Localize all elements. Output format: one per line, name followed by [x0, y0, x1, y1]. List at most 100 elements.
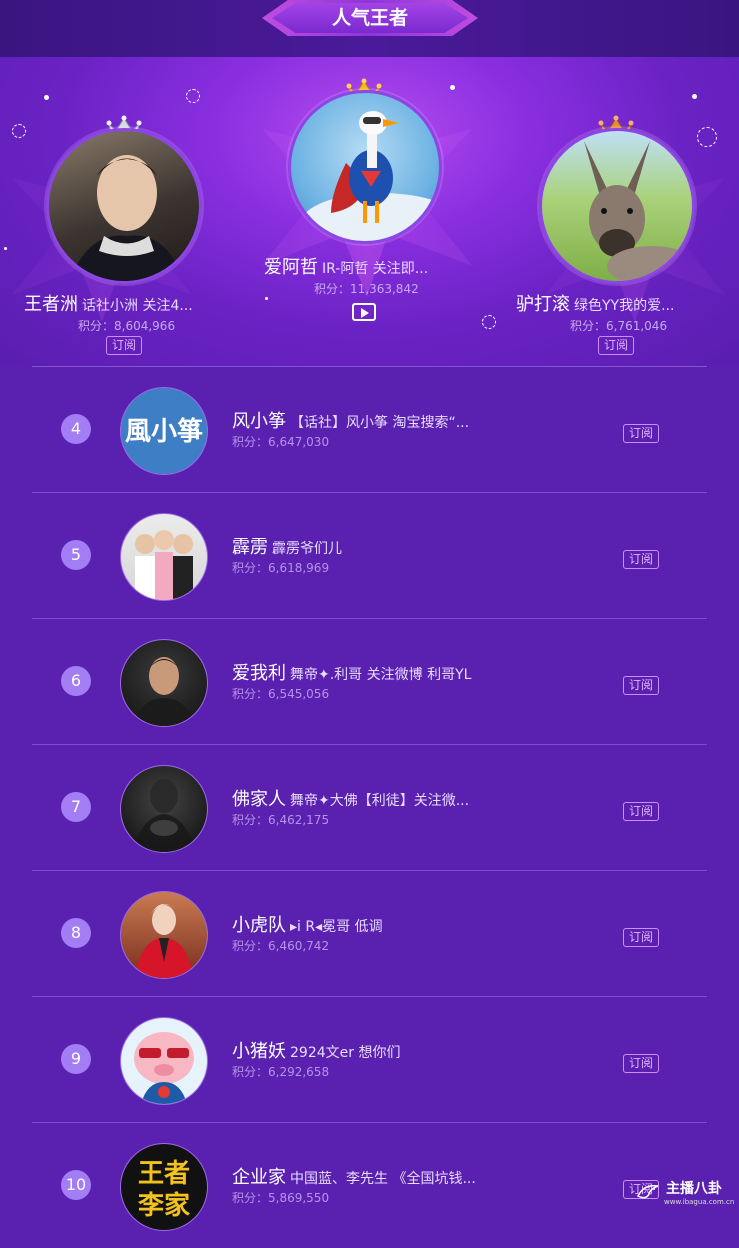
avatar[interactable]: 風小箏 — [120, 387, 208, 475]
streamer-nickname: 小虎队 — [232, 915, 286, 936]
star-dot — [450, 85, 455, 90]
star-dot — [44, 95, 49, 100]
avatar[interactable] — [120, 1017, 208, 1105]
subscribe-button[interactable]: 订阅 — [106, 336, 142, 355]
subscribe-button[interactable]: 订阅 — [598, 336, 634, 355]
streamer-nickname: 企业家 — [232, 1167, 286, 1188]
streamer-description: 舞帝✦大佛【利徒】关注微... — [290, 793, 470, 809]
goose-superhero-image — [301, 111, 439, 241]
group-photo-image — [135, 530, 193, 600]
avatar[interactable] — [120, 765, 208, 853]
list-item[interactable]: 8 小虎队 ▸i R◂冕哥 低调 积分：6,460,742 订阅 — [32, 870, 707, 996]
streamer-name[interactable]: 王者洲 话社小洲 关注4... — [24, 290, 193, 316]
list-item[interactable]: 10 王者 李家 企业家 中国蓝、李先生 《全国坑钱... 积分：5,869,55… — [32, 1122, 707, 1248]
subscribe-button[interactable]: 订阅 — [623, 424, 659, 443]
avatar[interactable] — [120, 639, 208, 727]
score: 积分：6,460,742 — [232, 939, 330, 953]
list-item[interactable]: 9 小猪妖 2924文er 想你们 积分：6,292,658 订阅 — [32, 996, 707, 1122]
score: 积分：8,604,966 — [78, 319, 176, 333]
svg-text:王者: 王者 — [138, 1159, 190, 1189]
streamer-description: 2924文er 想你们 — [290, 1045, 401, 1061]
streamer-name[interactable]: 爱阿哲 IR-阿哲 关注即... — [264, 253, 428, 279]
ranking-list: 4 風小箏 风小筝 【话社】风小筝 淘宝搜索“... 积分：6,647,030 订… — [0, 366, 739, 1248]
streamer-nickname: 佛家人 — [232, 789, 286, 810]
streamer-name[interactable]: 佛家人 舞帝✦大佛【利徒】关注微... — [232, 785, 469, 811]
man-portrait-image — [133, 657, 195, 726]
donkey-image — [584, 141, 692, 281]
hands-portrait-image — [131, 779, 197, 852]
streamer-nickname: 小猪妖 — [232, 1041, 286, 1062]
star-dot — [692, 94, 697, 99]
streamer-description: 绿色YY我的爱... — [574, 298, 675, 314]
star-dot — [4, 247, 7, 250]
rank-badge: 8 — [61, 918, 91, 948]
rank-badge: 7 — [61, 792, 91, 822]
streamer-description: 【话社】风小筝 淘宝搜索“... — [290, 415, 470, 431]
score: 积分：6,292,658 — [232, 1065, 330, 1079]
score: 积分：6,618,969 — [232, 561, 330, 575]
dove-logo-icon — [636, 1184, 659, 1199]
score: 积分：6,462,175 — [232, 813, 330, 827]
watermark-text: 主播八卦 — [666, 1181, 722, 1197]
rank-badge: 5 — [61, 540, 91, 570]
rank-badge: 10 — [61, 1170, 91, 1200]
rank-badge: 9 — [61, 1044, 91, 1074]
streamer-name[interactable]: 企业家 中国蓝、李先生 《全国坑钱... — [232, 1163, 476, 1189]
live-play-icon[interactable] — [352, 303, 376, 321]
subscribe-button[interactable]: 订阅 — [623, 676, 659, 695]
avatar-text-logo: 王者 李家 — [137, 1159, 190, 1221]
streamer-name[interactable]: 爱我利 舞帝✦.利哥 关注微博 利哥YL — [232, 659, 471, 685]
svg-text:李家: 李家 — [137, 1190, 190, 1221]
subscribe-button[interactable]: 订阅 — [623, 928, 659, 947]
streamer-name[interactable]: 驴打滚 绿色YY我的爱... — [516, 290, 674, 316]
list-item[interactable]: 4 風小箏 风小筝 【话社】风小筝 淘宝搜索“... 积分：6,647,030 订… — [32, 366, 707, 492]
streamer-nickname: 霹雳 — [232, 537, 268, 558]
streamer-nickname: 驴打滚 — [516, 294, 570, 315]
top-bar: 人气王者 — [0, 0, 739, 57]
star-dot — [265, 297, 268, 300]
avatar[interactable] — [539, 128, 695, 284]
score: 积分：6,761,046 — [570, 319, 668, 333]
star-ring — [12, 124, 26, 138]
avatar[interactable] — [120, 513, 208, 601]
avatar[interactable] — [120, 891, 208, 979]
streamer-description: 舞帝✦.利哥 关注微博 利哥YL — [290, 667, 472, 683]
streamer-name[interactable]: 霹雳 霹雳爷们儿 — [232, 533, 342, 559]
rank-badge: 6 — [61, 666, 91, 696]
streamer-nickname: 爱我利 — [232, 663, 286, 684]
streamer-name[interactable]: 小猪妖 2924文er 想你们 — [232, 1037, 400, 1063]
score: 积分：6,545,056 — [232, 687, 330, 701]
score: 积分：5,869,550 — [232, 1191, 330, 1205]
svg-text:風小箏: 風小箏 — [125, 416, 203, 447]
avatar[interactable] — [288, 90, 442, 244]
star-ring — [697, 127, 717, 147]
watermark: 主播八卦 www.ibagua.com.cn — [636, 1178, 736, 1208]
streamer-description: IR-阿哲 关注即... — [322, 261, 429, 277]
streamer-description: ▸i R◂冕哥 低调 — [290, 919, 383, 935]
subscribe-button[interactable]: 订阅 — [623, 802, 659, 821]
page-title: 人气王者 — [272, 3, 468, 33]
list-item[interactable]: 7 佛家人 舞帝✦大佛【利徒】关注微... 积分：6,462,175 订阅 — [32, 744, 707, 870]
streamer-nickname: 爱阿哲 — [264, 257, 318, 278]
watermark-url: www.ibagua.com.cn — [664, 1198, 735, 1206]
star-ring — [186, 89, 200, 103]
subscribe-button[interactable]: 订阅 — [623, 550, 659, 569]
avatar-text-logo: 風小箏 — [125, 416, 203, 447]
streamer-nickname: 王者洲 — [24, 294, 78, 315]
avatar[interactable] — [46, 128, 202, 284]
man-portrait-image — [69, 155, 184, 281]
list-item[interactable]: 5 霹雳 霹雳爷们儿 积分：6,618,969 订阅 — [32, 492, 707, 618]
rank-badge: 4 — [61, 414, 91, 444]
streamer-description: 中国蓝、李先生 《全国坑钱... — [290, 1171, 476, 1187]
score: 积分：6,647,030 — [232, 435, 330, 449]
list-item[interactable]: 6 爱我利 舞帝✦.利哥 关注微博 利哥YL 积分：6,545,056 订阅 — [32, 618, 707, 744]
avatar[interactable]: 王者 李家 — [120, 1143, 208, 1231]
score: 积分：11,363,842 — [314, 282, 419, 296]
star-ring — [482, 315, 496, 329]
streamer-name[interactable]: 小虎队 ▸i R◂冕哥 低调 — [232, 911, 383, 937]
streamer-name[interactable]: 风小筝 【话社】风小筝 淘宝搜索“... — [232, 407, 469, 433]
streamer-description: 话社小洲 关注4... — [82, 298, 193, 314]
streamer-nickname: 风小筝 — [232, 411, 286, 432]
man-red-suit-image — [135, 904, 193, 978]
subscribe-button[interactable]: 订阅 — [623, 1054, 659, 1073]
